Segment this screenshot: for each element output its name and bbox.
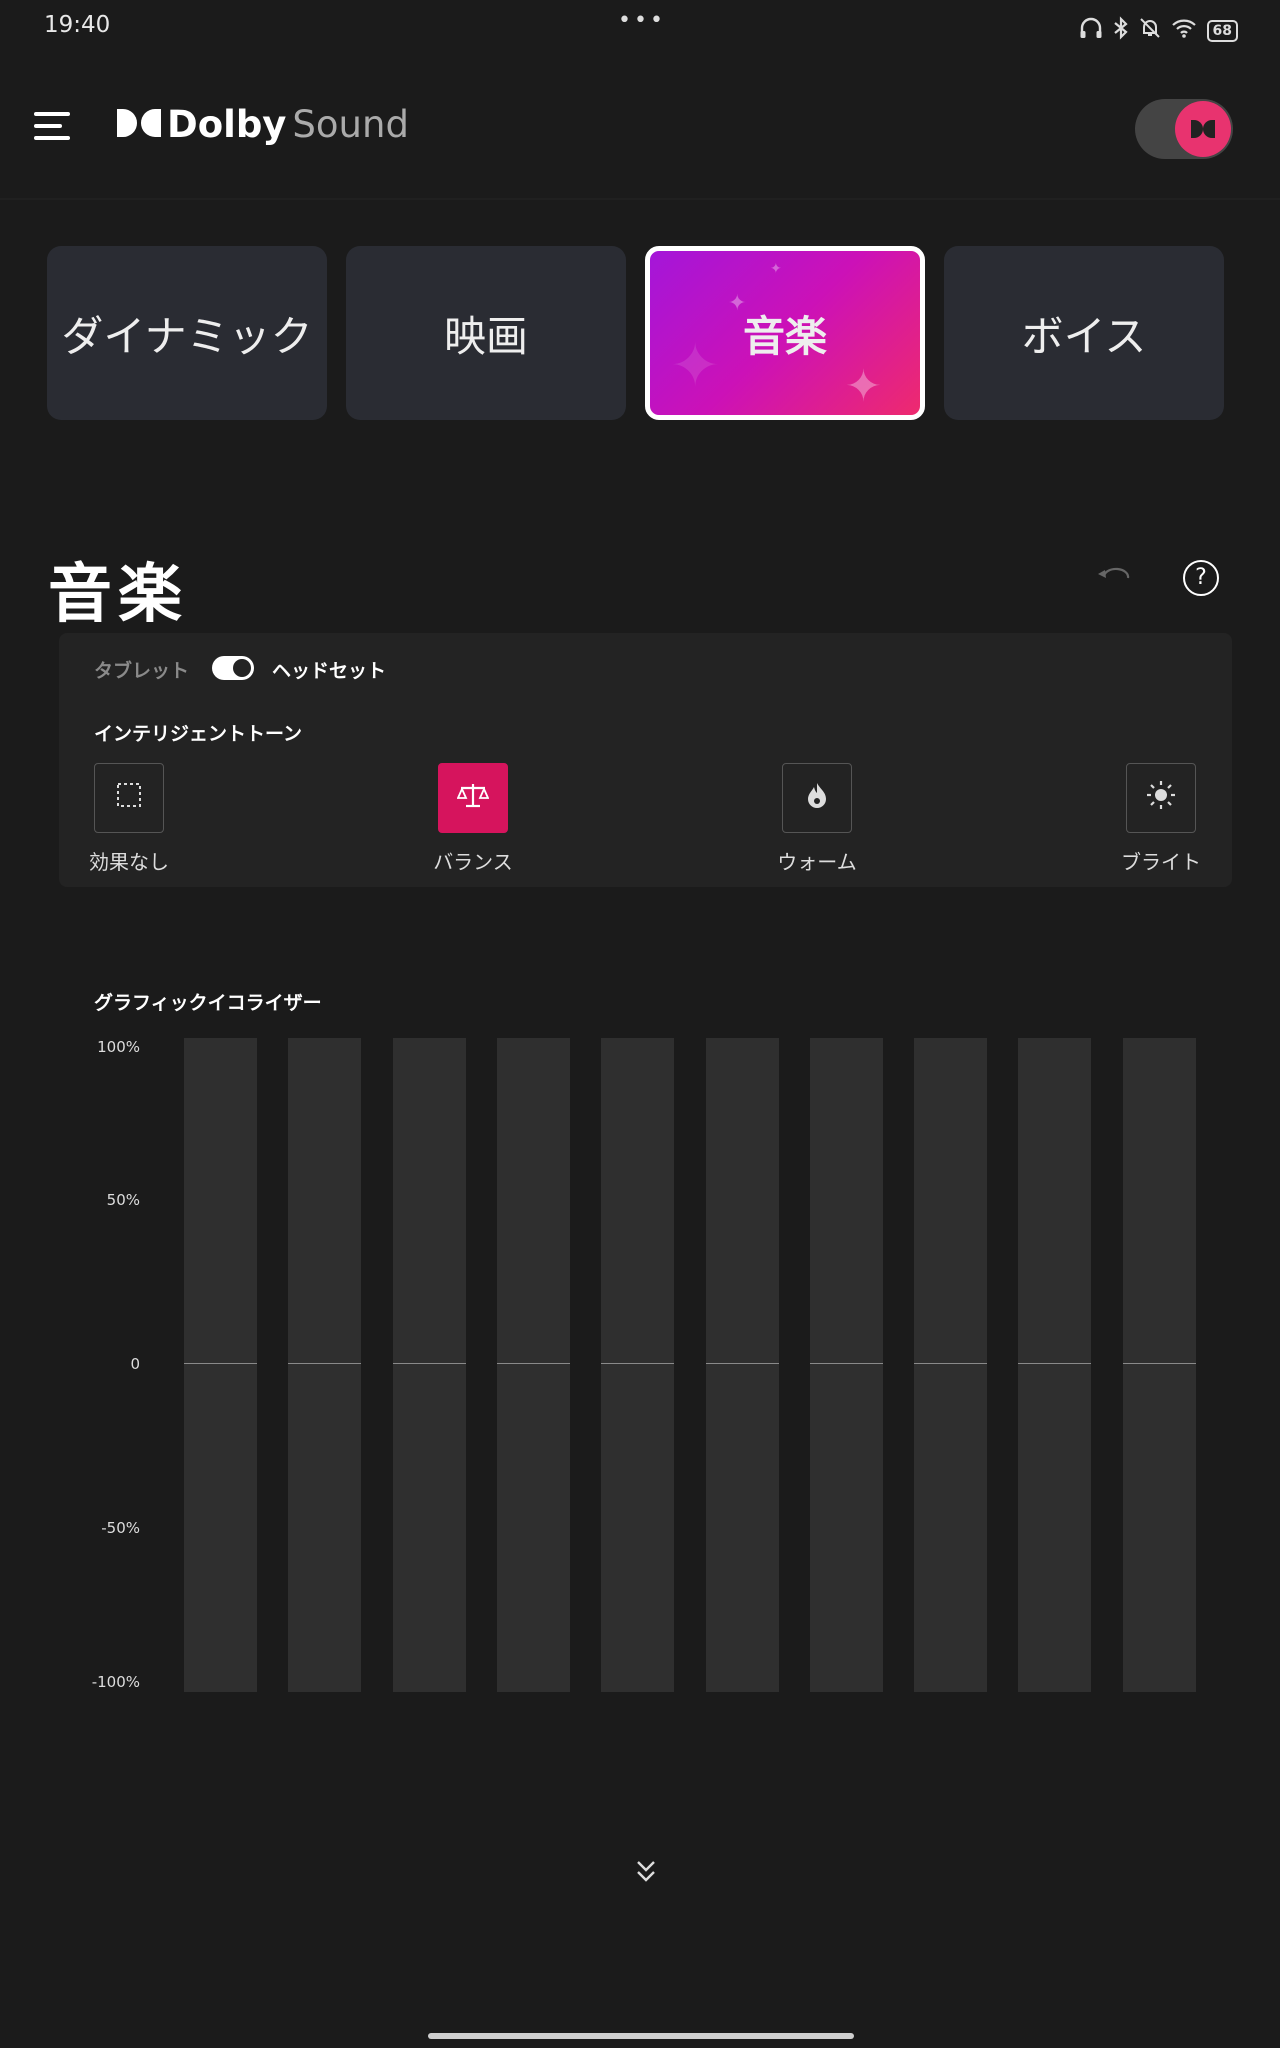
tone-bright-button[interactable] <box>1126 763 1196 833</box>
eq-band-3[interactable] <box>393 1038 466 1692</box>
balance-scale-icon <box>456 781 490 816</box>
profile-voice[interactable]: ボイス <box>944 246 1224 420</box>
brand-name: Dolby <box>167 103 287 146</box>
eq-y-tick: -50% <box>101 1519 140 1537</box>
profile-dynamic[interactable]: ダイナミック <box>47 246 327 420</box>
reset-button[interactable] <box>1096 560 1132 590</box>
eq-band-6[interactable] <box>706 1038 779 1692</box>
profile-music[interactable]: ✦ ✦ ✦ ✦ 音楽 <box>645 246 925 420</box>
chevron-double-down-icon <box>637 1861 655 1882</box>
eq-zero-line <box>393 1363 466 1364</box>
headphones-icon <box>1079 17 1103 44</box>
eq-zero-line <box>184 1363 257 1364</box>
equalizer-label: グラフィックイコライザー <box>94 992 322 1014</box>
toggle-knob <box>1175 101 1231 157</box>
eq-y-tick: -100% <box>91 1673 140 1691</box>
eq-band-4[interactable] <box>497 1038 570 1692</box>
device-toggle[interactable] <box>212 656 254 680</box>
eq-y-tick: 50% <box>106 1191 140 1209</box>
battery-icon: 68 <box>1206 19 1238 42</box>
tone-warm-button[interactable] <box>782 763 852 833</box>
tone-balance-button[interactable] <box>438 763 508 833</box>
intelligent-tone-label: インテリジェントトーン <box>94 723 303 745</box>
no-effect-icon <box>115 781 143 816</box>
status-time: 19:40 <box>44 12 111 38</box>
eq-zero-line <box>601 1363 674 1364</box>
eq-zero-line <box>706 1363 779 1364</box>
eq-band-5[interactable] <box>601 1038 674 1692</box>
expand-button[interactable] <box>630 1858 662 1890</box>
sparkle-icon: ✦ <box>670 331 721 401</box>
help-button[interactable]: ? <box>1183 560 1219 596</box>
wifi-icon <box>1171 17 1197 44</box>
undo-icon <box>1098 567 1130 579</box>
menu-icon-line <box>34 112 70 116</box>
dolby-mark-icon <box>1191 120 1215 138</box>
product-name: Sound <box>292 103 409 146</box>
menu-icon-line <box>34 124 62 128</box>
eq-zero-line <box>914 1363 987 1364</box>
device-label-headset: ヘッドセット <box>272 660 387 682</box>
device-label-tablet: タブレット <box>94 660 190 682</box>
tone-no-effect-button[interactable] <box>94 763 164 833</box>
tone-warm-label: ウォーム <box>777 850 857 874</box>
tone-no-effect-label: 効果なし <box>89 850 169 874</box>
header-divider <box>0 198 1280 200</box>
sparkle-icon: ✦ <box>845 361 882 412</box>
menu-icon-line <box>34 136 70 140</box>
flame-icon <box>806 781 828 816</box>
status-more-dots: ••• <box>618 8 666 33</box>
sparkle-icon: ✦ <box>770 261 782 277</box>
eq-zero-line <box>1018 1363 1091 1364</box>
profile-music-label: 音楽 <box>742 311 827 361</box>
eq-y-tick: 100% <box>97 1038 140 1056</box>
status-icons: 68 <box>1079 16 1238 45</box>
eq-zero-line <box>497 1363 570 1364</box>
eq-band-1[interactable] <box>184 1038 257 1692</box>
dolby-master-toggle[interactable] <box>1135 99 1233 159</box>
dolby-double-d-icon <box>117 108 161 141</box>
eq-zero-line <box>288 1363 361 1364</box>
device-toggle-knob <box>233 659 251 677</box>
gesture-nav-handle[interactable] <box>428 2033 854 2039</box>
tone-bright-label: ブライト <box>1121 850 1201 874</box>
bell-off-icon <box>1139 17 1161 44</box>
profile-movie[interactable]: 映画 <box>346 246 626 420</box>
eq-band-8[interactable] <box>914 1038 987 1692</box>
bluetooth-icon <box>1113 16 1129 45</box>
dolby-logo: Dolby Sound <box>117 103 409 146</box>
eq-band-7[interactable] <box>810 1038 883 1692</box>
page-title: 音楽 <box>48 558 188 632</box>
eq-zero-line <box>810 1363 883 1364</box>
eq-band-10[interactable] <box>1123 1038 1196 1692</box>
sun-icon <box>1145 779 1177 818</box>
eq-y-tick: 0 <box>130 1355 140 1373</box>
eq-zero-line <box>1123 1363 1196 1364</box>
tone-balance-label: バランス <box>433 850 513 874</box>
eq-band-9[interactable] <box>1018 1038 1091 1692</box>
menu-button[interactable] <box>34 112 70 142</box>
eq-band-2[interactable] <box>288 1038 361 1692</box>
